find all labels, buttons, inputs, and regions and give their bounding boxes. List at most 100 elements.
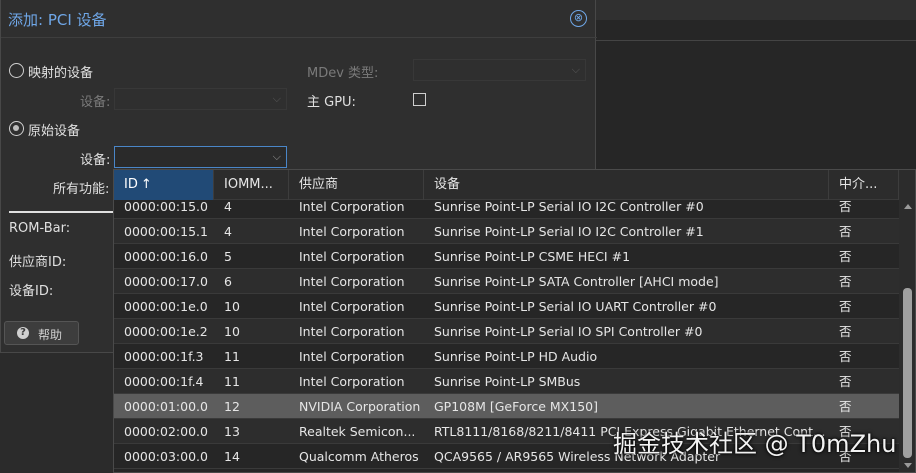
background-divider [596, 40, 916, 41]
scrollbar-thumb[interactable] [903, 288, 912, 458]
cell-id: 0000:00:1e.0 [124, 299, 208, 314]
cell-device: Sunrise Point-LP CSME HECI #1 [434, 249, 631, 264]
vertical-scrollbar[interactable] [899, 170, 915, 472]
cell-id: 0000:02:00.0 [124, 424, 208, 439]
scroll-up-icon[interactable] [904, 204, 912, 209]
column-header-device[interactable]: 设备 [424, 170, 829, 200]
cell-iommu: 10 [224, 324, 240, 339]
cell-device: Sunrise Point-LP SATA Controller [AHCI m… [434, 274, 719, 289]
cell-id: 0000:00:1f.3 [124, 349, 204, 364]
table-row[interactable]: 0000:00:17.0 6 Intel Corporation Sunrise Po… [114, 269, 899, 294]
column-header-iommu[interactable]: IOMM... [214, 170, 289, 200]
cell-vendor: Intel Corporation [299, 324, 405, 339]
cell-iommu: 11 [224, 349, 240, 364]
cell-device: Sunrise Point-LP Serial IO SPI Controlle… [434, 324, 703, 339]
cell-vendor: Realtek Semicon... [299, 424, 416, 439]
cell-mdev: 否 [839, 399, 852, 414]
close-icon[interactable]: ⊗ [570, 10, 587, 27]
primary-gpu-label: 主 GPU: [307, 95, 356, 110]
cell-id: 0000:00:15.0 [124, 200, 208, 214]
grid-header: ID ↑ IOMM... 供应商 设备 中介... [114, 170, 899, 200]
scroll-down-icon[interactable] [904, 463, 912, 468]
cell-device: GP108M [GeForce MX150] [434, 399, 598, 414]
watermark: 掘金技术社区 @ T0mZhu [613, 430, 897, 458]
sort-ascending-icon: ↑ [140, 177, 152, 192]
mdev-type-label: MDev 类型: [307, 66, 379, 81]
cell-id: 0000:01:00.0 [124, 399, 208, 414]
cell-device: Sunrise Point-LP SMBus [434, 374, 581, 389]
mdev-type-select[interactable]: ⌵ [413, 59, 586, 81]
question-icon: ? [17, 327, 29, 339]
column-header-id-label: ID [124, 177, 138, 192]
advanced-divider [9, 211, 114, 213]
cell-device: Sunrise Point-LP Serial IO UART Controll… [434, 299, 717, 314]
cell-id: 0000:03:00.0 [124, 449, 208, 464]
cell-id: 0000:00:16.0 [124, 249, 208, 264]
cell-mdev: 否 [839, 324, 852, 339]
cell-mdev: 否 [839, 374, 852, 389]
chevron-down-icon: ⌵ [272, 92, 281, 105]
cell-iommu: 12 [224, 399, 240, 414]
cell-vendor: Intel Corporation [299, 299, 405, 314]
chevron-down-icon: ⌵ [272, 150, 281, 163]
table-row[interactable]: 0000:00:1f.4 11 Intel Corporation Sunrise P… [114, 369, 899, 394]
cell-iommu: 11 [224, 374, 240, 389]
raw-device-field-label: 设备: [80, 153, 111, 168]
rom-bar-label: ROM-Bar: [9, 221, 71, 236]
cell-iommu: 13 [224, 424, 240, 439]
help-button[interactable]: ? 帮助 [4, 321, 79, 345]
column-header-mdev[interactable]: 中介... [829, 170, 899, 200]
cell-vendor: Intel Corporation [299, 274, 405, 289]
mapped-device-label: 映射的设备 [28, 66, 94, 81]
vendor-id-label: 供应商ID: [9, 255, 67, 270]
cell-mdev: 否 [839, 224, 852, 239]
primary-gpu-checkbox[interactable] [413, 93, 426, 106]
table-row[interactable]: 0000:00:1e.2 10 Intel Corporation Sunrise P… [114, 319, 899, 344]
cell-device: Sunrise Point-LP Serial IO I2C Controlle… [434, 224, 704, 239]
dialog-title: 添加: PCI 设备 [8, 11, 107, 29]
cell-id: 0000:00:1e.2 [124, 324, 208, 339]
cell-device: Sunrise Point-LP HD Audio [434, 349, 598, 364]
cell-device: Sunrise Point-LP Serial IO I2C Controlle… [434, 200, 704, 214]
cell-id: 0000:00:17.0 [124, 274, 208, 289]
table-row[interactable]: 0000:00:1e.0 10 Intel Corporation Sunrise P… [114, 294, 899, 319]
raw-device-select[interactable]: ⌵ [114, 146, 287, 168]
cell-mdev: 否 [839, 200, 852, 214]
table-row[interactable]: 0000:00:15.1 4 Intel Corporation Sunrise Po… [114, 219, 899, 244]
cell-id: 0000:00:1f.4 [124, 374, 204, 389]
column-header-vendor[interactable]: 供应商 [289, 170, 424, 200]
cell-iommu: 5 [224, 249, 232, 264]
raw-device-label: 原始设备 [28, 124, 81, 139]
table-row[interactable]: 0000:00:16.0 5 Intel Corporation Sunrise Po… [114, 244, 899, 269]
column-header-id[interactable]: ID ↑ [114, 170, 214, 200]
cell-iommu: 4 [224, 200, 232, 214]
mapped-device-select[interactable]: ⌵ [114, 88, 287, 110]
all-functions-label: 所有功能: [53, 182, 110, 197]
cell-vendor: Intel Corporation [299, 374, 405, 389]
chevron-down-icon: ⌵ [571, 63, 580, 76]
background-toolbar [596, 0, 916, 20]
cell-vendor: Intel Corporation [299, 200, 405, 214]
raw-device-radio[interactable] [9, 121, 24, 136]
table-row[interactable]: 0000:01:00.0 12 NVIDIA Corporation GP108M [… [114, 394, 899, 419]
cell-mdev: 否 [839, 299, 852, 314]
cell-vendor: Intel Corporation [299, 224, 405, 239]
cell-vendor: Intel Corporation [299, 249, 405, 264]
cell-iommu: 14 [224, 449, 240, 464]
help-button-label: 帮助 [38, 328, 63, 342]
mapped-device-radio[interactable] [9, 63, 24, 78]
cell-iommu: 4 [224, 224, 232, 239]
cell-vendor: Qualcomm Atheros [299, 449, 419, 464]
table-row[interactable]: 0000:00:15.0 4 Intel Corporation Sunrise Po… [114, 200, 899, 219]
cell-mdev: 否 [839, 349, 852, 364]
table-row[interactable]: 0000:00:1f.3 11 Intel Corporation Sunrise P… [114, 344, 899, 369]
mapped-device-field-label: 设备: [80, 95, 111, 110]
cell-iommu: 6 [224, 274, 232, 289]
cell-vendor: Intel Corporation [299, 349, 405, 364]
cell-vendor: NVIDIA Corporation [299, 399, 421, 414]
device-id-label: 设备ID: [9, 284, 54, 299]
cell-mdev: 否 [839, 274, 852, 289]
cell-iommu: 10 [224, 299, 240, 314]
cell-id: 0000:00:15.1 [124, 224, 208, 239]
cell-mdev: 否 [839, 249, 852, 264]
